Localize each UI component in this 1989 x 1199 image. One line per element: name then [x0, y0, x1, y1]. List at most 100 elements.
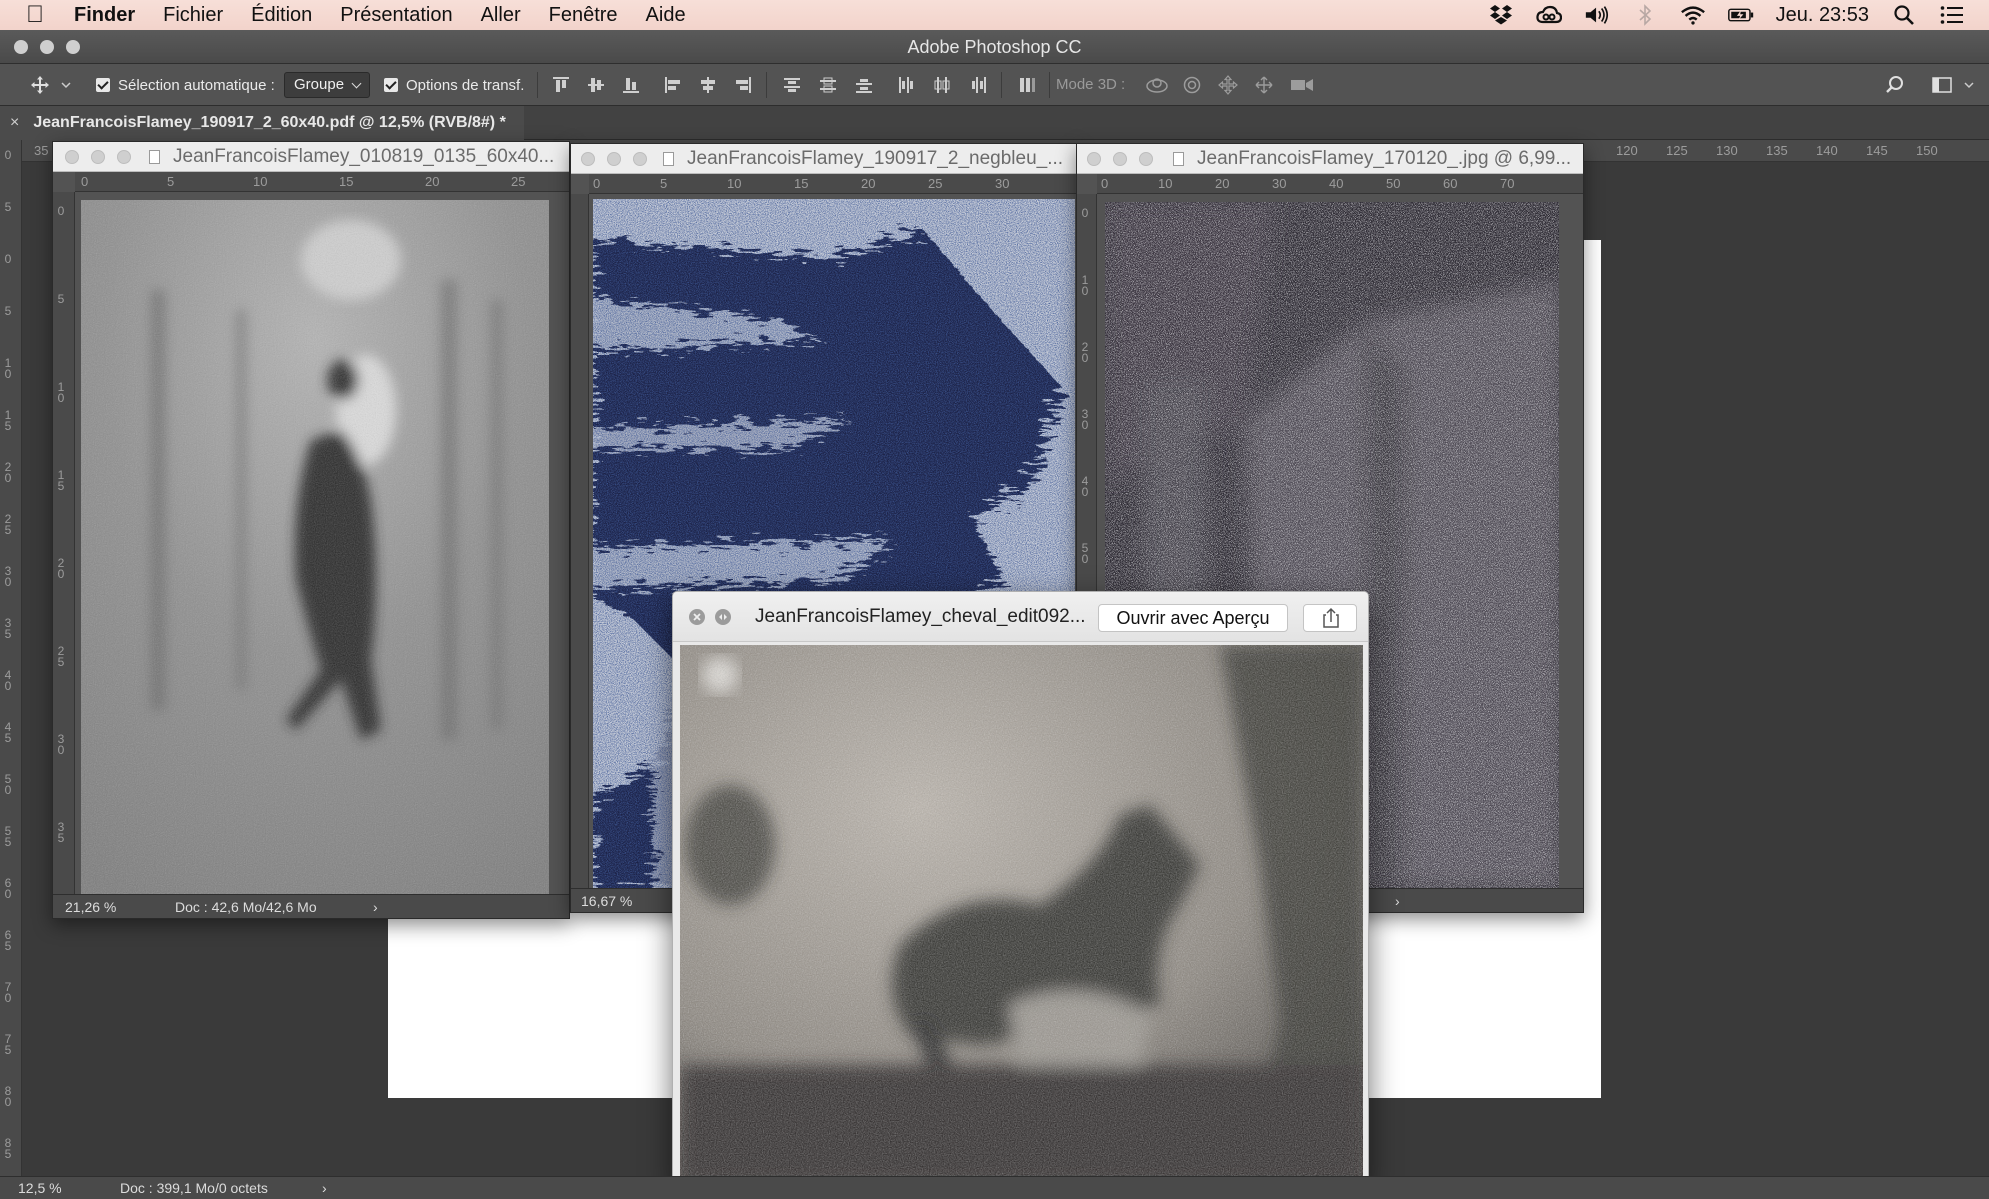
workspace-chevron-icon[interactable] [1962, 75, 1976, 95]
align-left-icon[interactable] [663, 75, 683, 95]
status-chevron-icon[interactable]: › [322, 1180, 327, 1196]
ruler-label: 0 [81, 174, 89, 189]
main-status-bar: 12,5 % Doc : 399,1 Mo/0 octets › [0, 1176, 1989, 1199]
distribute-left-icon[interactable] [896, 75, 916, 95]
distribute-bottom-icon[interactable] [854, 75, 874, 95]
auto-select-checkbox[interactable] [96, 78, 110, 92]
auto-select-dropdown[interactable]: Groupe [284, 72, 370, 98]
menu-aller[interactable]: Aller [481, 0, 521, 30]
notification-list-icon[interactable] [1939, 2, 1965, 28]
3d-orbit-icon[interactable] [1144, 75, 1170, 95]
share-button[interactable] [1303, 604, 1357, 632]
ruler-label: 10 [253, 174, 268, 189]
ruler-label: 140 [1816, 143, 1838, 158]
menu-edition[interactable]: Édition [251, 0, 312, 30]
status-chevron-icon[interactable]: › [1395, 893, 1400, 909]
zoom-button[interactable] [117, 150, 131, 164]
menu-fenetre[interactable]: Fenêtre [549, 0, 618, 30]
distribute-horizontal-center-icon[interactable] [932, 75, 952, 95]
battery-icon[interactable] [1727, 2, 1754, 28]
document-title: JeanFrancoisFlamey_170120_.jpg @ 6,99... [1197, 148, 1572, 169]
ruler-label: 50 [1386, 176, 1401, 191]
separator [1049, 72, 1050, 98]
menu-fichier[interactable]: Fichier [163, 0, 223, 30]
3d-slide-icon[interactable] [1254, 75, 1274, 95]
ruler-label: 5 [57, 292, 65, 306]
app-title: Adobe Photoshop CC [907, 37, 1082, 57]
ruler-label: 60 [1443, 176, 1458, 191]
status-chevron-icon[interactable]: › [373, 899, 378, 915]
vertical-ruler: 0 5 0 5 1 0 1 5 2 0 2 5 3 0 3 5 4 0 4 5 5 0 5 5 6 0 6 5… [0, 140, 22, 1180]
options-bar: Sélection automatique : Groupe Options d… [0, 64, 1989, 106]
zoom-level[interactable]: 21,26 % [65, 899, 116, 915]
align-right-icon[interactable] [733, 75, 753, 95]
ruler-label: 5 [4, 200, 12, 214]
ruler-label: 5 5 [4, 824, 12, 849]
align-vertical-center-icon[interactable] [586, 75, 606, 95]
minimize-button[interactable] [91, 150, 105, 164]
auto-align-layers-icon[interactable] [1017, 75, 1037, 95]
zoom-button[interactable] [1139, 152, 1153, 166]
quick-look-window[interactable]: JeanFrancoisFlamey_cheval_edit092... Ouv… [672, 591, 1369, 1189]
document-status-bar: 21,26 % Doc : 42,6 Mo/42,6 Mo › [53, 894, 569, 918]
main-zoom-level[interactable]: 12,5 % [18, 1180, 62, 1196]
distribute-top-icon[interactable] [782, 75, 802, 95]
document-tab-label: JeanFrancoisFlamey_190917_2_60x40.pdf @ … [33, 114, 506, 131]
ruler-label: 7 0 [4, 980, 12, 1005]
ruler-label: 3 0 [4, 564, 12, 589]
move-tool-icon[interactable] [30, 75, 50, 95]
zoom-button[interactable] [633, 152, 647, 166]
ruler-label: 2 0 [57, 556, 65, 581]
document-window-title-bar[interactable]: JeanFrancoisFlamey_010819_0135_60x40... [53, 142, 569, 172]
search-icon[interactable] [1885, 75, 1905, 95]
auto-select-label: Sélection automatique : [118, 76, 275, 94]
spotlight-icon[interactable] [1891, 2, 1917, 28]
open-with-preview-button[interactable]: Ouvrir avec Aperçu [1098, 604, 1288, 632]
menubar-clock[interactable]: Jeu. 23:53 [1776, 4, 1869, 27]
transform-controls-checkbox[interactable] [384, 78, 398, 92]
menu-aide[interactable]: Aide [646, 0, 686, 30]
workspace-icon[interactable] [1932, 75, 1952, 95]
chevron-down-icon[interactable] [60, 75, 72, 95]
ruler-label: 7 5 [4, 1032, 12, 1057]
align-top-icon[interactable] [551, 75, 571, 95]
minimize-button[interactable] [607, 152, 621, 166]
apple-icon[interactable]:  [26, 0, 60, 30]
document-window-1[interactable]: JeanFrancoisFlamey_010819_0135_60x40... … [52, 141, 570, 919]
separator [537, 72, 538, 98]
ruler-label: 4 0 [4, 668, 12, 693]
ruler-label: 2 0 [4, 460, 12, 485]
wifi-icon[interactable] [1680, 2, 1706, 28]
minimize-button[interactable] [1113, 152, 1127, 166]
zoom-level[interactable]: 16,67 % [581, 893, 632, 909]
close-icon[interactable]: × [10, 114, 19, 132]
quick-look-fullscreen-button[interactable] [715, 609, 731, 625]
close-button[interactable] [1087, 152, 1101, 166]
creative-cloud-icon[interactable] [1535, 2, 1562, 28]
menu-finder[interactable]: Finder [74, 0, 135, 30]
distribute-right-icon[interactable] [968, 75, 988, 95]
dropbox-icon[interactable] [1488, 2, 1514, 28]
3d-pan-icon[interactable] [1218, 75, 1238, 95]
ruler-label: 40 [1329, 176, 1344, 191]
document-window-title-bar[interactable]: JeanFrancoisFlamey_190917_2_negbleu_... [571, 144, 1077, 174]
ruler-label: 125 [1666, 143, 1688, 158]
ruler-label: 5 [4, 304, 12, 318]
align-bottom-icon[interactable] [621, 75, 641, 95]
3d-camera-icon[interactable] [1289, 75, 1315, 95]
menu-presentation[interactable]: Présentation [340, 0, 452, 30]
ruler-label: 0 [593, 176, 601, 191]
document-tab[interactable]: × JeanFrancoisFlamey_190917_2_60x40.pdf … [0, 106, 524, 140]
align-horizontal-center-icon[interactable] [698, 75, 718, 95]
close-button[interactable] [581, 152, 595, 166]
ruler-label: 5 0 [4, 772, 12, 797]
close-button[interactable] [65, 150, 79, 164]
ruler-label: 1 5 [4, 408, 12, 433]
document-window-title-bar[interactable]: JeanFrancoisFlamey_170120_.jpg @ 6,99... [1077, 144, 1583, 174]
3d-roll-icon[interactable] [1182, 75, 1202, 95]
volume-icon[interactable] [1584, 2, 1610, 28]
distribute-vertical-center-icon[interactable] [818, 75, 838, 95]
quick-look-close-button[interactable] [689, 609, 705, 625]
separator [766, 72, 767, 98]
bluetooth-icon[interactable] [1632, 2, 1658, 28]
